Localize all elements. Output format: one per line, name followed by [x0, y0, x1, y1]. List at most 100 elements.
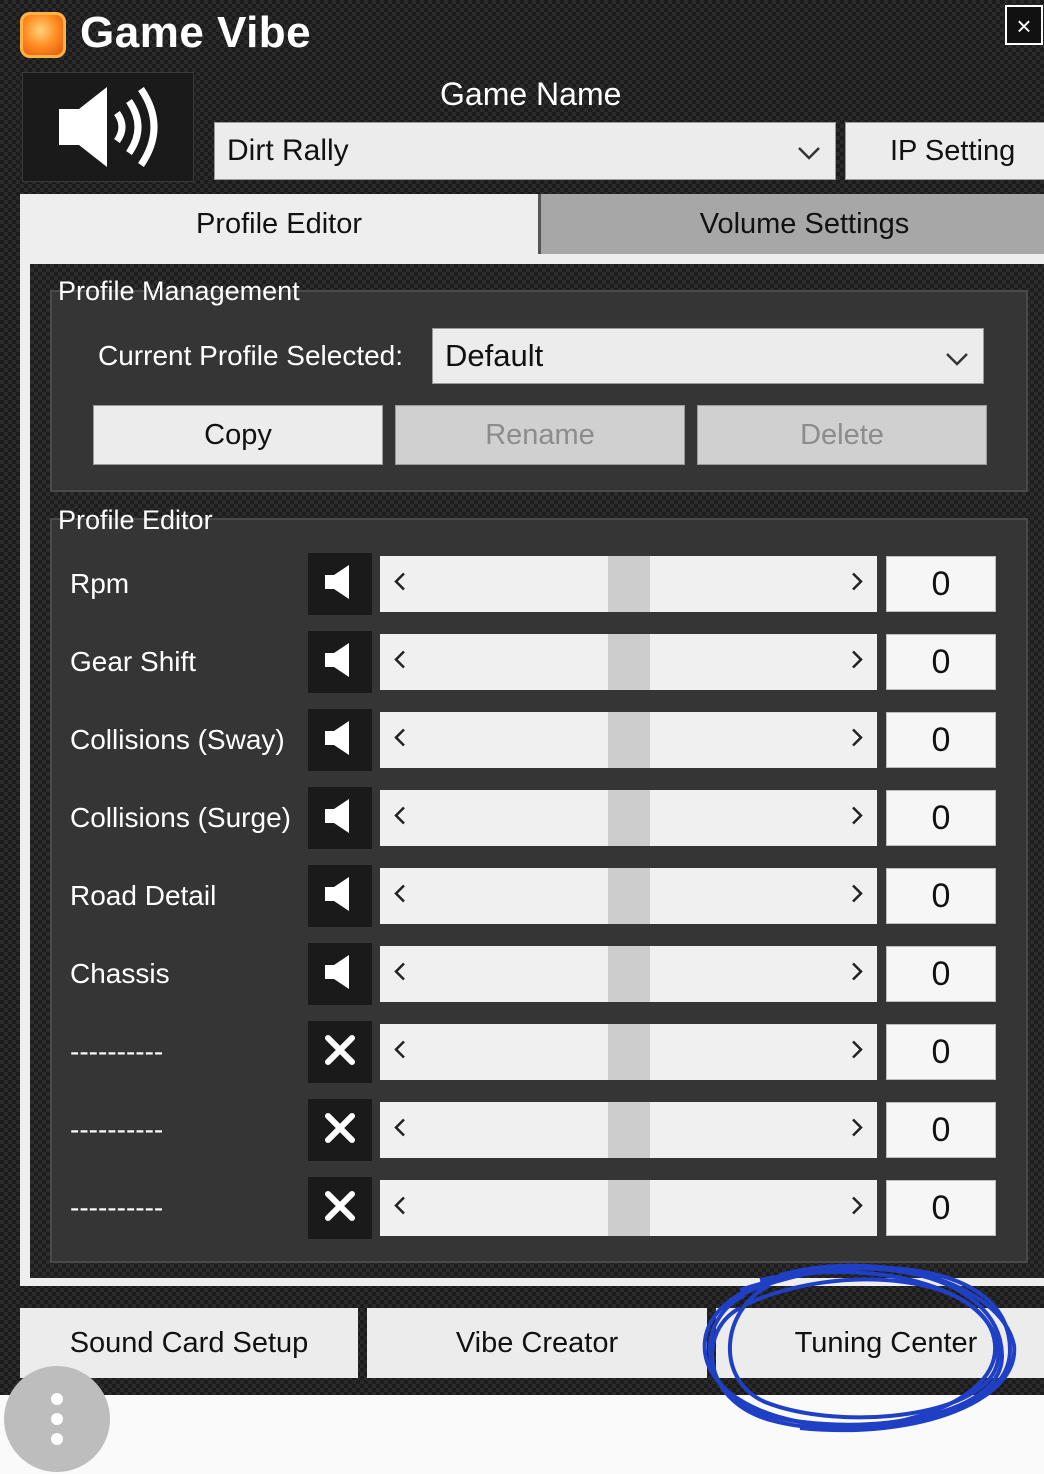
window-title: Game Vibe	[80, 8, 311, 58]
mute-toggle-button[interactable]	[308, 1177, 372, 1239]
rename-button[interactable]: Rename	[395, 405, 685, 465]
x-icon	[323, 1189, 357, 1228]
mute-toggle-button[interactable]	[308, 865, 372, 927]
value-field[interactable]: 0	[886, 712, 996, 768]
more-options-button[interactable]	[4, 1366, 110, 1472]
value-field[interactable]: 0	[886, 868, 996, 924]
chevron-left-icon[interactable]	[392, 649, 408, 676]
volume-slider[interactable]	[380, 1180, 877, 1236]
mute-toggle-button[interactable]	[308, 1021, 372, 1083]
profile-editor-title: Profile Editor	[58, 505, 213, 535]
ip-setting-button[interactable]: IP Setting	[845, 122, 1044, 180]
effect-label: Rpm	[70, 568, 130, 599]
speaker-icon	[323, 641, 357, 684]
slider-thumb[interactable]	[608, 634, 650, 690]
value-field[interactable]: 0	[886, 1024, 996, 1080]
value-field[interactable]: 0	[886, 790, 996, 846]
chevron-left-icon[interactable]	[392, 1117, 408, 1144]
x-icon	[323, 1033, 357, 1072]
chevron-down-icon	[797, 134, 821, 168]
slider-thumb[interactable]	[608, 712, 650, 768]
chevron-right-icon[interactable]	[849, 1195, 865, 1222]
close-button[interactable]: ×	[1005, 5, 1043, 45]
value-field[interactable]: 0	[886, 634, 996, 690]
profile-management-title: Profile Management	[58, 276, 300, 306]
window-title-text: Game Vibe	[80, 8, 312, 57]
volume-slider[interactable]	[380, 1102, 877, 1158]
slider-thumb[interactable]	[608, 946, 650, 1002]
mute-toggle-button[interactable]	[308, 553, 372, 615]
more-options-dot	[51, 1393, 63, 1405]
current-profile-dropdown[interactable]: Default	[432, 328, 984, 384]
chevron-right-icon[interactable]	[849, 727, 865, 754]
speaker-icon	[323, 563, 357, 606]
current-profile-value: Default	[445, 338, 544, 373]
speaker-icon	[323, 719, 357, 762]
app-logo-icon	[20, 12, 66, 58]
volume-slider[interactable]	[380, 634, 877, 690]
more-options-dot	[51, 1433, 63, 1445]
speaker-icon	[323, 953, 357, 996]
value-field[interactable]: 0	[886, 1180, 996, 1236]
chevron-right-icon[interactable]	[849, 961, 865, 988]
effect-label: Collisions (Sway)	[70, 724, 285, 755]
value-field[interactable]: 0	[886, 1102, 996, 1158]
game-name-label: Game Name	[440, 76, 622, 112]
value-field[interactable]: 0	[886, 946, 996, 1002]
slider-thumb[interactable]	[608, 1102, 650, 1158]
effect-label: Road Detail	[70, 880, 217, 911]
slider-thumb[interactable]	[608, 556, 650, 612]
slider-thumb[interactable]	[608, 1024, 650, 1080]
mute-toggle-button[interactable]	[308, 943, 372, 1005]
chevron-left-icon[interactable]	[392, 961, 408, 988]
speaker-icon	[323, 875, 357, 918]
copy-button[interactable]: Copy	[93, 405, 383, 465]
chevron-left-icon[interactable]	[392, 1195, 408, 1222]
effect-label: Collisions (Surge)	[70, 802, 291, 833]
mute-toggle-button[interactable]	[308, 787, 372, 849]
more-options-dot	[51, 1413, 63, 1425]
volume-slider[interactable]	[380, 1024, 877, 1080]
tab-volume-settings[interactable]: Volume Settings	[538, 194, 1044, 254]
volume-slider[interactable]	[380, 790, 877, 846]
chevron-right-icon[interactable]	[849, 1039, 865, 1066]
chevron-left-icon[interactable]	[392, 571, 408, 598]
delete-button[interactable]: Delete	[697, 405, 987, 465]
mute-toggle-button[interactable]	[308, 1099, 372, 1161]
value-field[interactable]: 0	[886, 556, 996, 612]
chevron-left-icon[interactable]	[392, 883, 408, 910]
chevron-right-icon[interactable]	[849, 571, 865, 598]
game-name-dropdown[interactable]: Dirt Rally	[214, 122, 836, 180]
app-speaker-icon	[22, 72, 194, 182]
effect-label: ----------	[70, 1114, 164, 1145]
chevron-left-icon[interactable]	[392, 805, 408, 832]
volume-slider[interactable]	[380, 868, 877, 924]
tab-profile-editor[interactable]: Profile Editor	[20, 194, 538, 254]
slider-thumb[interactable]	[608, 1180, 650, 1236]
chevron-right-icon[interactable]	[849, 1117, 865, 1144]
vibe-creator-button[interactable]: Vibe Creator	[367, 1308, 707, 1378]
chevron-left-icon[interactable]	[392, 1039, 408, 1066]
chevron-down-icon	[945, 338, 969, 374]
mute-toggle-button[interactable]	[308, 631, 372, 693]
chevron-left-icon[interactable]	[392, 727, 408, 754]
effect-label: ----------	[70, 1036, 164, 1067]
volume-slider[interactable]	[380, 556, 877, 612]
slider-thumb[interactable]	[608, 790, 650, 846]
effect-label: ----------	[70, 1192, 164, 1223]
volume-slider[interactable]	[380, 712, 877, 768]
chevron-right-icon[interactable]	[849, 649, 865, 676]
volume-slider[interactable]	[380, 946, 877, 1002]
effect-label: Chassis	[70, 958, 170, 989]
effect-label: Gear Shift	[70, 646, 197, 677]
slider-thumb[interactable]	[608, 868, 650, 924]
current-profile-label: Current Profile Selected:	[98, 340, 404, 371]
x-icon	[323, 1111, 357, 1150]
mute-toggle-button[interactable]	[308, 709, 372, 771]
chevron-right-icon[interactable]	[849, 883, 865, 910]
tuning-center-button[interactable]: Tuning Center	[716, 1308, 1044, 1378]
speaker-icon	[323, 797, 357, 840]
game-name-value: Dirt Rally	[227, 134, 349, 167]
chevron-right-icon[interactable]	[849, 805, 865, 832]
game-vibe-window: Game Vibe × Game Name Dirt Rally IP Sett…	[0, 0, 1044, 1395]
